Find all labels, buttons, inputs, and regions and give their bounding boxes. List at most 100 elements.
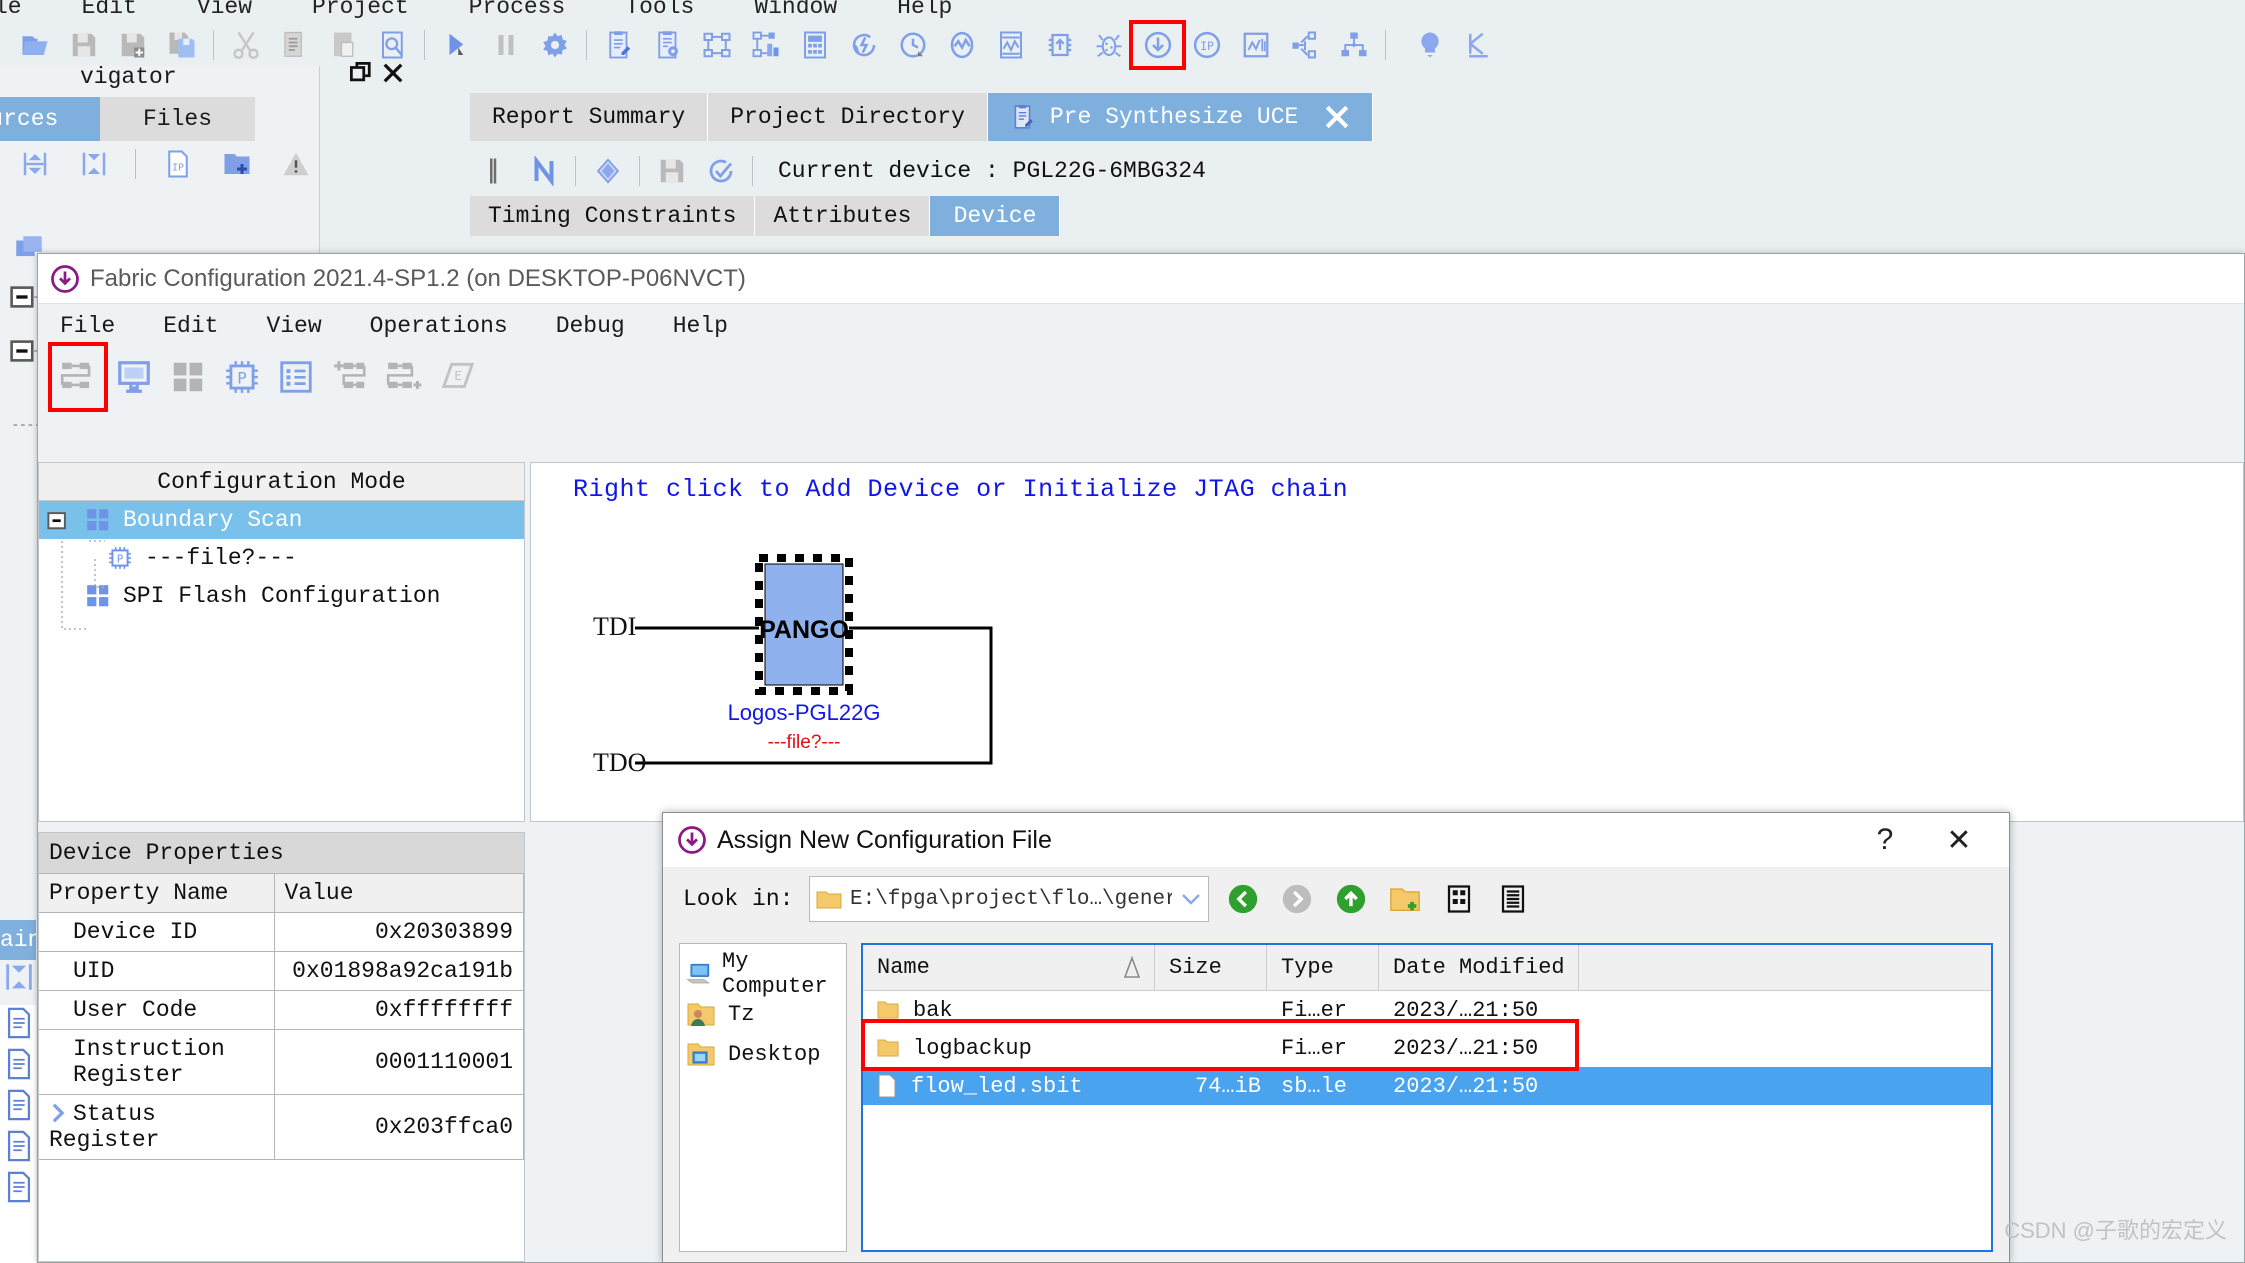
netlist-view-button[interactable] — [741, 24, 790, 66]
cut-button[interactable] — [221, 24, 270, 66]
table-row[interactable]: Instruction Register 0001110001 — [39, 1029, 524, 1095]
ide-menu-edit[interactable]: Edit — [76, 0, 143, 22]
navigator-float-button[interactable] — [350, 62, 372, 84]
ide-menu-project[interactable]: Project — [306, 0, 415, 22]
copy-button[interactable] — [270, 24, 319, 66]
save-button[interactable] — [59, 24, 108, 66]
fabric-menu-edit[interactable]: Edit — [139, 313, 242, 339]
add-folder-button[interactable] — [212, 143, 261, 185]
paste-button[interactable] — [319, 24, 368, 66]
waveform-button[interactable] — [986, 24, 1035, 66]
ip-compiler-button[interactable]: IP — [1182, 24, 1231, 66]
ip-file-button[interactable]: IP — [153, 143, 202, 185]
find-button[interactable] — [368, 24, 417, 66]
list-button[interactable] — [272, 353, 320, 401]
table-row[interactable]: Device ID 0x20303899 — [39, 912, 524, 952]
chart-button[interactable] — [1231, 24, 1280, 66]
io-planner-button[interactable] — [1035, 24, 1084, 66]
new-folder-button[interactable] — [1385, 879, 1425, 919]
pause-button[interactable] — [481, 24, 530, 66]
table-row[interactable]: UID 0x01898a92ca191b — [39, 951, 524, 991]
tips-button[interactable] — [1405, 24, 1454, 66]
dialog-help-button[interactable]: ? — [1863, 820, 1907, 860]
file-list[interactable]: Name Size Type Date Modified bak Fi…er 2… — [861, 943, 1993, 1252]
k-logo-button[interactable] — [1454, 24, 1503, 66]
save-all-button[interactable] — [157, 24, 206, 66]
timing-button[interactable] — [888, 24, 937, 66]
graph-button[interactable] — [1280, 24, 1329, 66]
look-in-combobox[interactable]: E:\fpga\project\flo…\generate_bitstream — [809, 876, 1209, 922]
back-button[interactable] — [1223, 879, 1263, 919]
list-view-button[interactable] — [1439, 879, 1479, 919]
netlist-n-button[interactable] — [519, 150, 568, 192]
rtl-view-button[interactable] — [692, 24, 741, 66]
place-tz[interactable]: Tz — [686, 994, 840, 1034]
debug-button[interactable] — [1084, 24, 1133, 66]
tab-files[interactable]: Files — [100, 97, 255, 141]
erase-button[interactable]: E — [434, 353, 482, 401]
fabric-menu-help[interactable]: Help — [649, 313, 752, 339]
column-size[interactable]: Size — [1155, 945, 1267, 990]
ide-menu-help[interactable]: Help — [891, 0, 958, 22]
warning-button[interactable] — [271, 143, 320, 185]
grid-button[interactable] — [164, 353, 212, 401]
list-item[interactable]: bak Fi…er 2023/…21:50 — [863, 991, 1991, 1029]
column-value[interactable]: Value — [274, 873, 524, 913]
diamond-button[interactable] — [583, 150, 632, 192]
pause-bars-button[interactable] — [470, 150, 519, 192]
tab-timing-constraints[interactable]: Timing Constraints — [470, 196, 756, 236]
chevron-right-icon[interactable] — [49, 1102, 67, 1124]
check-button[interactable] — [696, 150, 745, 192]
report-button[interactable] — [594, 24, 643, 66]
navigator-close-button[interactable] — [382, 62, 404, 84]
fabric-menu-file[interactable]: File — [60, 313, 139, 339]
report-settings-button[interactable] — [643, 24, 692, 66]
tree-item-boundary-scan[interactable]: Boundary Scan — [39, 501, 524, 539]
settings-button[interactable] — [530, 24, 579, 66]
tab-project-directory[interactable]: Project Directory — [708, 93, 988, 141]
ide-menu-process[interactable]: Process — [463, 0, 572, 22]
close-icon[interactable] — [1324, 104, 1350, 130]
monitor-button[interactable] — [110, 353, 158, 401]
dialog-close-button[interactable]: ✕ — [1937, 820, 1981, 860]
tree-item-spi-flash-configuration[interactable]: SPI Flash Configuration — [39, 577, 524, 615]
refresh-synth-button[interactable] — [839, 24, 888, 66]
list-item[interactable]: logbackup Fi…er 2023/…21:50 — [863, 1029, 1991, 1067]
run-button[interactable] — [432, 24, 481, 66]
download-fabric-config-button[interactable] — [1129, 20, 1186, 70]
tab-device[interactable]: Device — [930, 196, 1061, 236]
column-type[interactable]: Type — [1267, 945, 1379, 990]
open-project-button[interactable] — [10, 24, 59, 66]
ide-menu-view[interactable]: View — [191, 0, 258, 22]
table-row[interactable]: User Code 0xffffffff — [39, 990, 524, 1030]
save-device-button[interactable] — [647, 150, 696, 192]
tree-item-file[interactable]: P ---file?--- — [39, 539, 524, 577]
save-as-button[interactable] — [108, 24, 157, 66]
parent-directory-button[interactable] — [1331, 879, 1371, 919]
collapse-all-button[interactable] — [69, 143, 118, 185]
chip-button[interactable]: P — [218, 353, 266, 401]
detect-chain-button[interactable] — [48, 342, 108, 412]
jtag-schematic-panel[interactable]: Right click to Add Device or Initialize … — [530, 462, 2244, 822]
tab-sources[interactable]: Sources — [0, 97, 100, 141]
fabric-menu-view[interactable]: View — [242, 313, 345, 339]
tab-pre-synthesize-uce[interactable]: Pre Synthesize UCE — [987, 93, 1374, 141]
add-device-button[interactable] — [326, 353, 374, 401]
tab-attributes[interactable]: Attributes — [755, 196, 931, 236]
forward-button[interactable] — [1277, 879, 1317, 919]
column-name[interactable]: Name — [863, 945, 1155, 990]
power-button[interactable] — [937, 24, 986, 66]
add-device-right-button[interactable] — [380, 353, 428, 401]
place-my-computer[interactable]: My Computer — [686, 949, 840, 999]
fabric-menu-operations[interactable]: Operations — [346, 313, 532, 339]
fabric-menu-debug[interactable]: Debug — [532, 313, 649, 339]
column-date-modified[interactable]: Date Modified — [1379, 945, 1579, 990]
ide-menu-tools[interactable]: Tools — [619, 0, 700, 22]
table-row[interactable]: Status Register 0x203ffca0 — [39, 1094, 524, 1160]
hierarchy-button[interactable] — [1329, 24, 1378, 66]
ide-menu-window[interactable]: Window — [748, 0, 843, 22]
resource-calc-button[interactable] — [790, 24, 839, 66]
column-property-name[interactable]: Property Name — [39, 873, 275, 913]
expand-all-button[interactable] — [10, 143, 59, 185]
tab-report-summary[interactable]: Report Summary — [470, 93, 709, 141]
